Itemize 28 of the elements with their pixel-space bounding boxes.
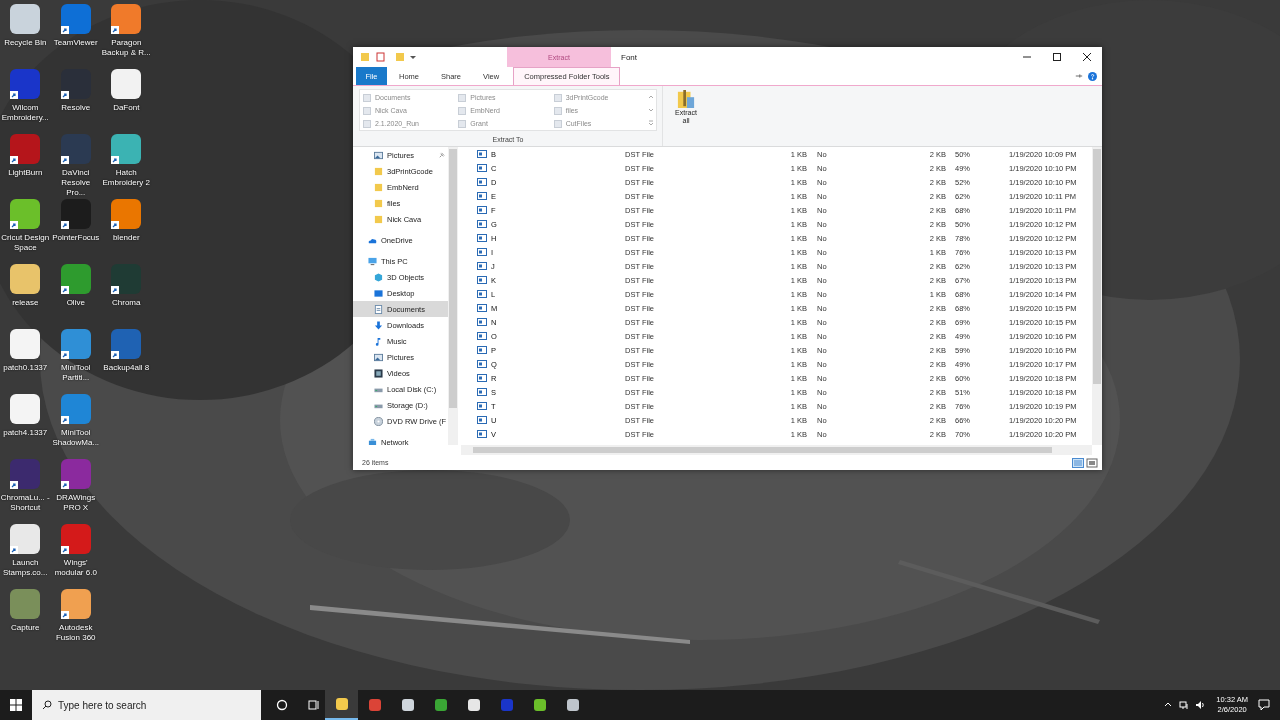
desktop-icon-label[interactable]: Cricut Design Space	[0, 233, 51, 253]
desktop-icon-label[interactable]: blender	[101, 233, 152, 243]
search-field[interactable]: Type here to search	[32, 690, 261, 720]
desktop-icon-label[interactable]: TeamViewer	[50, 38, 101, 48]
desktop-icon-label[interactable]: Wings' modular 6.0	[50, 558, 101, 578]
desktop-icon-label[interactable]: PointerFocus	[50, 233, 101, 243]
desktop-icon-label[interactable]: Chroma	[101, 298, 152, 308]
desktop-icon-label[interactable]: Resolve	[50, 103, 101, 113]
desktop-icon-label[interactable]: Wilcom Embroidery...	[0, 103, 51, 123]
desktop-icon-label[interactable]: MiniTool ShadowMa...	[50, 428, 101, 448]
desktop-icon-label[interactable]: Paragon Backup & R...	[101, 38, 152, 58]
desktop-icon-label[interactable]: patch4.1337	[0, 428, 51, 438]
desktop-icon-label[interactable]: ChromaLu... - Shortcut	[0, 493, 51, 513]
desktop-icon-label[interactable]: DaVinci Resolve Pro...	[50, 168, 101, 198]
desktop-icon-label[interactable]: LightBurn	[0, 168, 51, 178]
desktop-icon-label[interactable]: Launch Stamps.co...	[0, 558, 51, 578]
desktop-icon-label[interactable]: MiniTool Partiti...	[50, 363, 101, 383]
desktop-icon-label[interactable]: DRAWings PRO X	[50, 493, 101, 513]
desktop-icon-label[interactable]: patch0.1337	[0, 363, 51, 373]
desktop-icon-label[interactable]: Olive	[50, 298, 101, 308]
desktop-icon-label[interactable]: Backup4all 8	[101, 363, 152, 373]
desktop-icon-label[interactable]: Hatch Embroidery 2	[101, 168, 152, 188]
window-title: Font	[621, 52, 637, 62]
desktop-icon-label[interactable]: release	[0, 298, 51, 308]
desktop-icon-label[interactable]: Capture	[0, 623, 51, 633]
desktop-icon-label[interactable]: Autodesk Fusion 360	[50, 623, 101, 643]
desktop-icon-label[interactable]: Recycle Bin	[0, 38, 51, 48]
desktop-icon-label[interactable]: DaFont	[101, 103, 152, 113]
